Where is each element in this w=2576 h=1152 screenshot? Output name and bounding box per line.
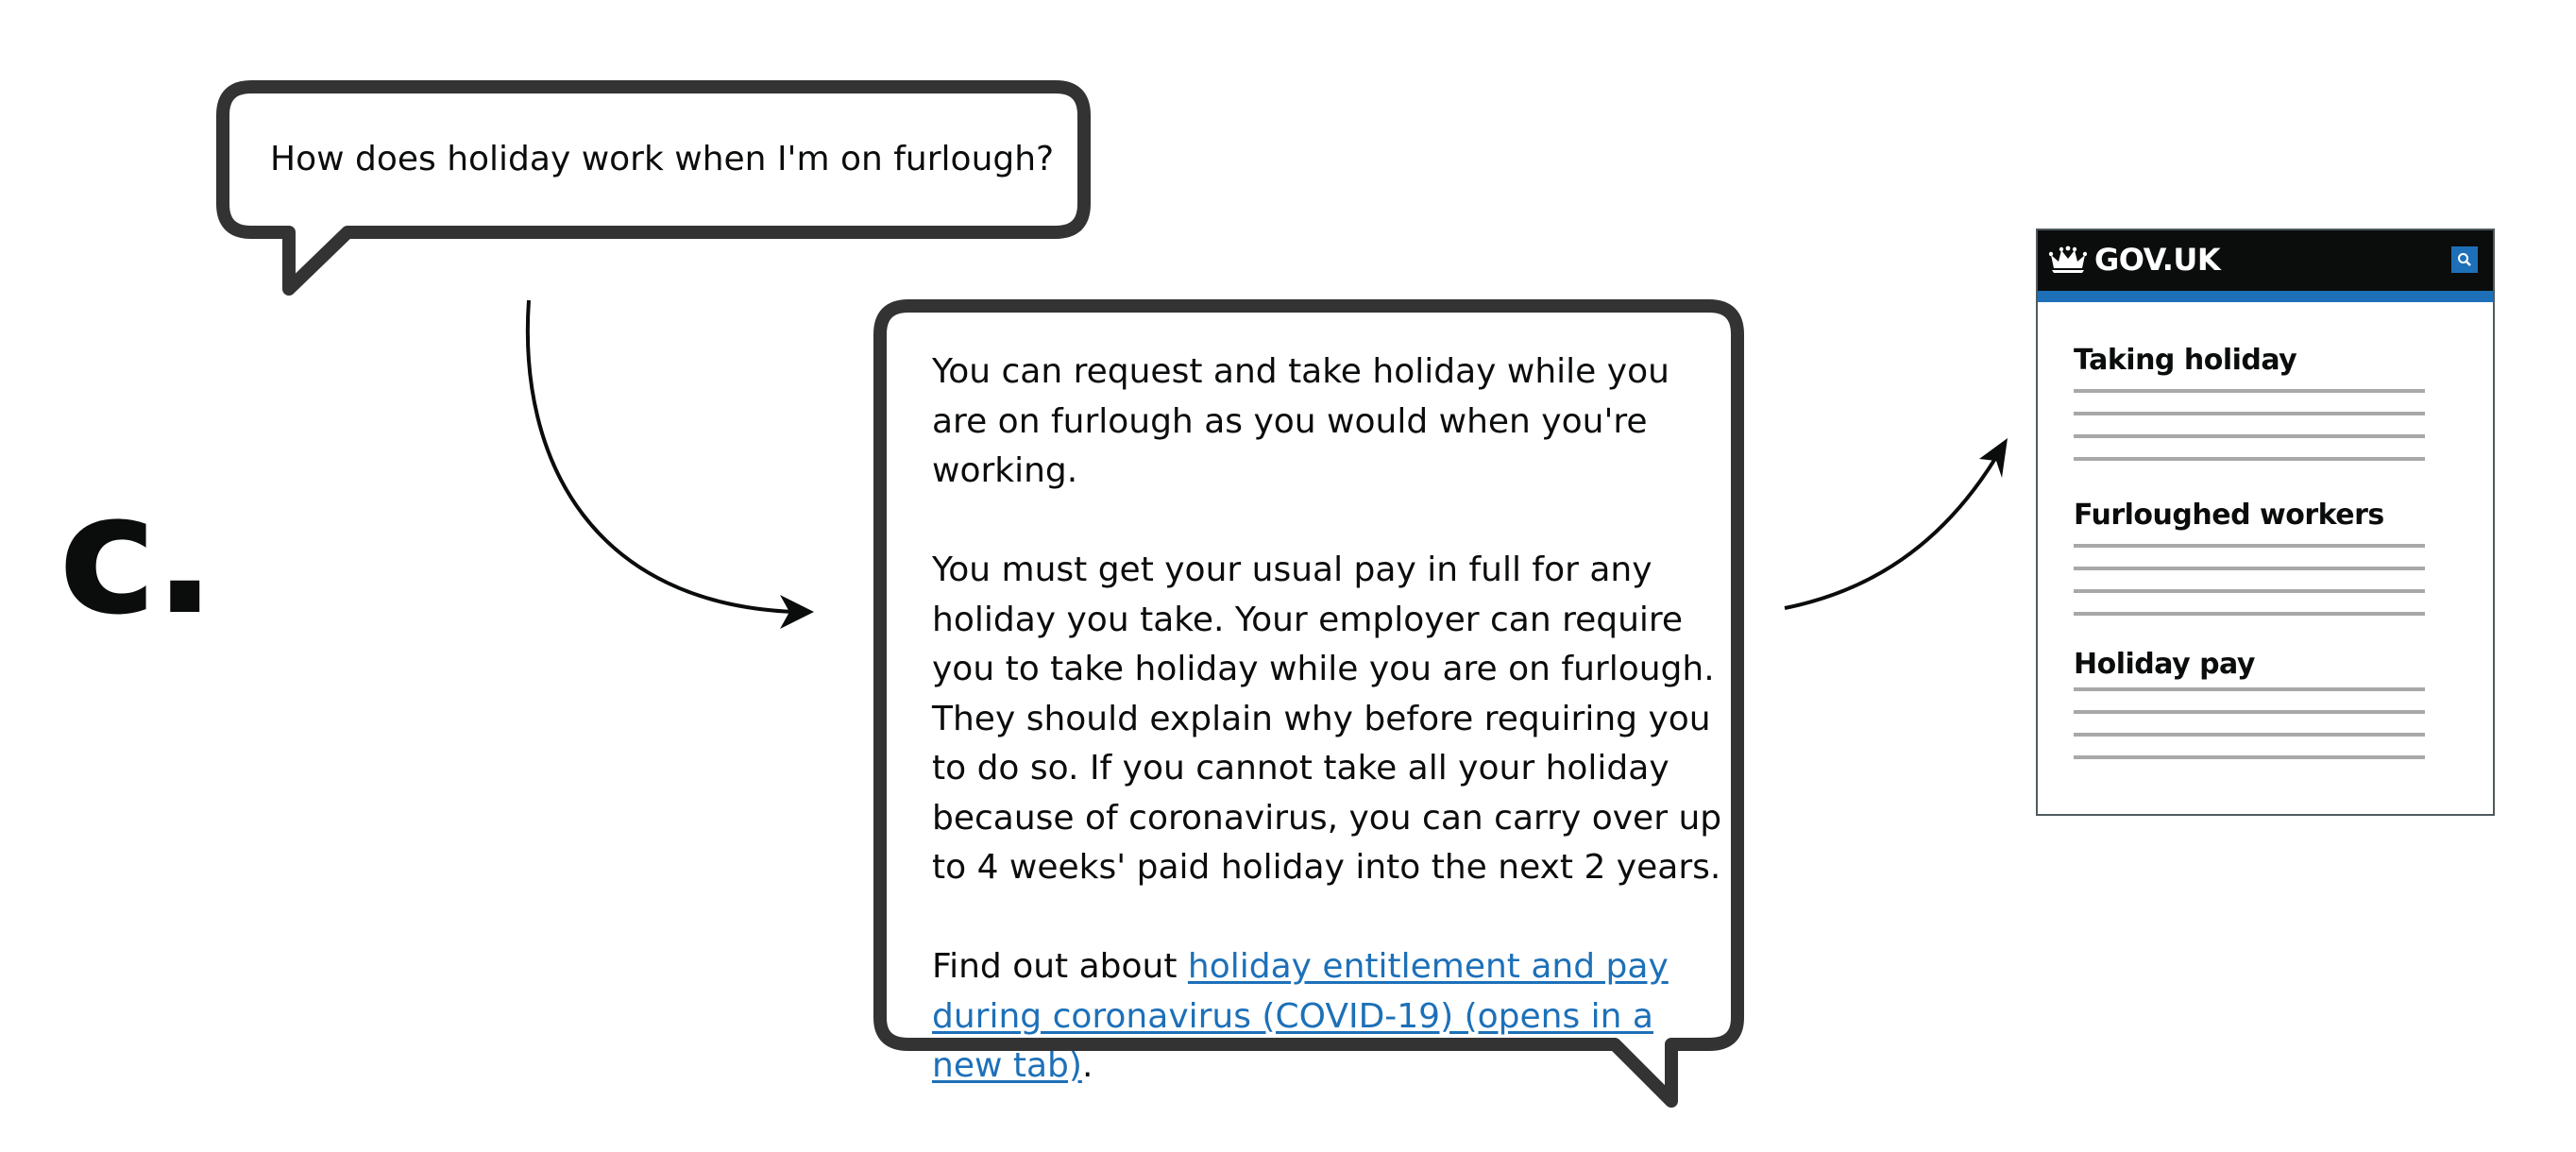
question-bubble	[216, 80, 1091, 296]
govuk-section-holiday-pay: Holiday pay	[2074, 646, 2425, 778]
placeholder-line	[2074, 412, 2425, 415]
placeholder-line	[2074, 755, 2425, 759]
placeholder-line	[2074, 733, 2425, 737]
placeholder-line	[2074, 434, 2425, 438]
govuk-section-heading[interactable]: Holiday pay	[2074, 646, 2425, 684]
govuk-blue-bar	[2038, 291, 2493, 302]
placeholder-line	[2074, 612, 2425, 616]
answer-to-govuk-arrow	[1784, 455, 1998, 610]
answer-link-prefix: Find out about	[932, 947, 1188, 986]
govuk-logo[interactable]: GOV.UK	[2094, 241, 2221, 279]
placeholder-line	[2074, 567, 2425, 570]
govuk-section-furloughed-workers: Furloughed workers	[2074, 497, 2425, 635]
answer-paragraph-1: You can request and take holiday while y…	[932, 352, 1669, 490]
question-text: How does holiday work when I'm on furlou…	[270, 140, 1055, 178]
answer-paragraph-2: You must get your usual pay in full for …	[932, 551, 1722, 887]
govuk-page-thumbnail: GOV.UK Taking holiday Furloughed workers…	[2036, 229, 2495, 816]
placeholder-line	[2074, 710, 2425, 714]
govuk-section-taking-holiday: Taking holiday	[2074, 342, 2425, 480]
govuk-section-heading[interactable]: Taking holiday	[2074, 342, 2425, 380]
answer-paragraph-3: Find out about holiday entitlement and p…	[932, 942, 1725, 1092]
question-to-answer-arrow	[525, 299, 798, 617]
placeholder-line	[2074, 544, 2425, 548]
placeholder-line	[2074, 589, 2425, 593]
placeholder-line	[2074, 687, 2425, 691]
figure-label: c.	[59, 458, 216, 652]
govuk-section-heading[interactable]: Furloughed workers	[2074, 497, 2425, 534]
arrowhead-2	[1979, 438, 2008, 478]
crown-icon	[2048, 246, 2088, 278]
search-icon[interactable]	[2451, 246, 2478, 273]
placeholder-line	[2074, 389, 2425, 393]
answer-content: You can request and take holiday while y…	[932, 347, 1725, 1092]
govuk-header: GOV.UK	[2038, 230, 2493, 291]
placeholder-line	[2074, 457, 2425, 461]
answer-link-suffix: .	[1081, 1046, 1093, 1085]
